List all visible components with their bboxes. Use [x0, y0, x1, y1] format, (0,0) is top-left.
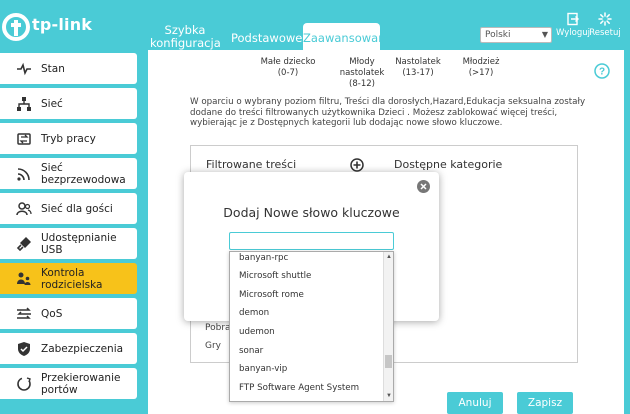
header: tp-link Szybka konfiguracja Podstawowe Z…: [0, 0, 630, 50]
save-button[interactable]: Zapisz: [517, 392, 573, 414]
suggestion-item[interactable]: banyan-rpc: [239, 253, 288, 263]
guests-icon: [16, 201, 32, 217]
filtered-content-title: Filtrowane treści: [206, 158, 297, 171]
sidebar-item-label-line2: portów: [41, 383, 78, 396]
reboot-label: Resetuj: [589, 28, 621, 38]
usb-icon: [16, 236, 32, 252]
tab-basic[interactable]: Podstawowe: [231, 31, 302, 45]
sidebar-item-qos[interactable]: QoS: [0, 298, 137, 329]
language-select[interactable]: Polski ▼: [480, 27, 552, 43]
parental-icon: [16, 271, 32, 287]
level-name: Nastolatek: [395, 57, 441, 67]
network-icon: [16, 96, 32, 112]
dialog-title: Dodaj Nowe słowo kluczowe: [223, 205, 400, 220]
sidebar-item-label: Stan: [41, 62, 65, 75]
filter-level-child[interactable]: Małe dziecko (0-7): [258, 57, 318, 79]
suggestion-item[interactable]: Microsoft shuttle: [239, 271, 311, 281]
suggestion-item[interactable]: udemon: [239, 327, 275, 337]
suggestion-item[interactable]: demon: [239, 308, 269, 318]
tab-quick-setup[interactable]: Szybka konfiguracja: [150, 24, 221, 50]
tab-advanced[interactable]: Zaawansowane: [303, 23, 393, 50]
level-name: Młody nastolatek: [339, 57, 385, 78]
logout-button[interactable]: Wyloguj: [556, 12, 590, 38]
filter-level-preteen[interactable]: Młody nastolatek (8-12): [328, 57, 396, 90]
sidebar-item-label: Zabezpieczenia: [41, 342, 124, 355]
sidebar-item-usb-sharing[interactable]: Udostępnianie USB: [0, 228, 137, 259]
keyword-suggestions-list: banyan-rpc Microsoft shuttle Microsoft r…: [229, 251, 394, 402]
sidebar-item-label: Tryb pracy: [41, 132, 96, 145]
forwarding-icon: [16, 376, 32, 392]
list-item: Gry: [205, 341, 222, 351]
level-name: Młodzież: [462, 57, 500, 67]
description-text: W oparciu o wybrany poziom filtru, Treśc…: [190, 97, 586, 128]
sidebar-item-guest-network[interactable]: Sieć dla gości: [0, 193, 137, 224]
suggestion-item[interactable]: banyan-vip: [239, 364, 287, 374]
sidebar-item-status[interactable]: Stan: [0, 53, 137, 84]
level-range: (>17): [468, 68, 494, 78]
sidebar-item-label: Kontrola rodzicielska: [41, 266, 103, 291]
scroll-up-icon[interactable]: ▲: [385, 253, 393, 261]
chevron-down-icon: ▼: [541, 30, 548, 39]
sidebar-item-port-forwarding[interactable]: Przekierowanie portów: [0, 368, 137, 399]
reboot-icon: [598, 12, 612, 26]
sidebar-item-wireless[interactable]: Sieć bezprzewodowa: [0, 158, 137, 189]
level-range: (0-7): [277, 68, 299, 78]
filter-level-adult[interactable]: Młodzież (>17): [455, 57, 507, 79]
sidebar-item-label: Sieć: [41, 97, 63, 110]
pulse-icon: [16, 61, 32, 77]
level-name: Małe dziecko: [260, 57, 316, 67]
sidebar-item-network[interactable]: Sieć: [0, 88, 137, 119]
scroll-down-icon[interactable]: ▼: [385, 392, 393, 400]
mode-icon: [16, 131, 32, 147]
logo-text: tp-link: [32, 15, 93, 34]
filter-level-teen[interactable]: Nastolatek (13-17): [392, 57, 444, 79]
shield-icon: [16, 341, 32, 357]
sidebar-item-parental-control[interactable]: Kontrola rodzicielska: [0, 263, 137, 294]
language-value: Polski: [485, 30, 511, 40]
sidebar-item-label: Przekierowanie portów: [41, 372, 120, 396]
level-range: (8-12): [349, 79, 375, 89]
tp-link-logo-icon: [2, 13, 30, 41]
suggestion-item[interactable]: sonar: [239, 346, 263, 356]
suggestion-item[interactable]: Microsoft rome: [239, 290, 304, 300]
close-icon[interactable]: [417, 180, 430, 193]
reboot-button[interactable]: Resetuj: [588, 12, 622, 38]
tp-link-logo: tp-link: [2, 13, 98, 43]
sidebar-item-security[interactable]: Zabezpieczenia: [0, 333, 137, 364]
add-icon[interactable]: [350, 158, 364, 172]
sidebar: Stan Sieć Tryb pracy Sieć bezprzewodowa …: [0, 50, 137, 414]
logout-icon: [567, 12, 579, 26]
sidebar-item-label-line1: Przekierowanie: [41, 371, 121, 384]
level-range: (13-17): [402, 68, 434, 78]
suggestion-item[interactable]: FTP Software Agent System: [239, 383, 359, 393]
tab-quick-setup-line2: konfiguracja: [150, 36, 221, 50]
wifi-icon: [16, 166, 32, 182]
sidebar-item-operation-mode[interactable]: Tryb pracy: [0, 123, 137, 154]
sidebar-item-label: Udostępnianie USB: [41, 231, 117, 256]
scrollbar[interactable]: ▲ ▼: [383, 252, 393, 401]
sidebar-item-label: Sieć bezprzewodowa: [41, 161, 126, 186]
svg-text:?: ?: [599, 67, 605, 78]
available-categories-title: Dostępne kategorie: [394, 158, 503, 171]
logout-label: Wyloguj: [556, 28, 590, 38]
qos-icon: [16, 306, 32, 322]
scrollbar-thumb[interactable]: [385, 355, 392, 368]
keyword-input[interactable]: [229, 232, 394, 250]
sidebar-item-label: Sieć dla gości: [41, 202, 113, 215]
help-icon[interactable]: ?: [594, 63, 610, 79]
sidebar-item-label: QoS: [41, 307, 63, 320]
cancel-button[interactable]: Anuluj: [447, 392, 503, 414]
